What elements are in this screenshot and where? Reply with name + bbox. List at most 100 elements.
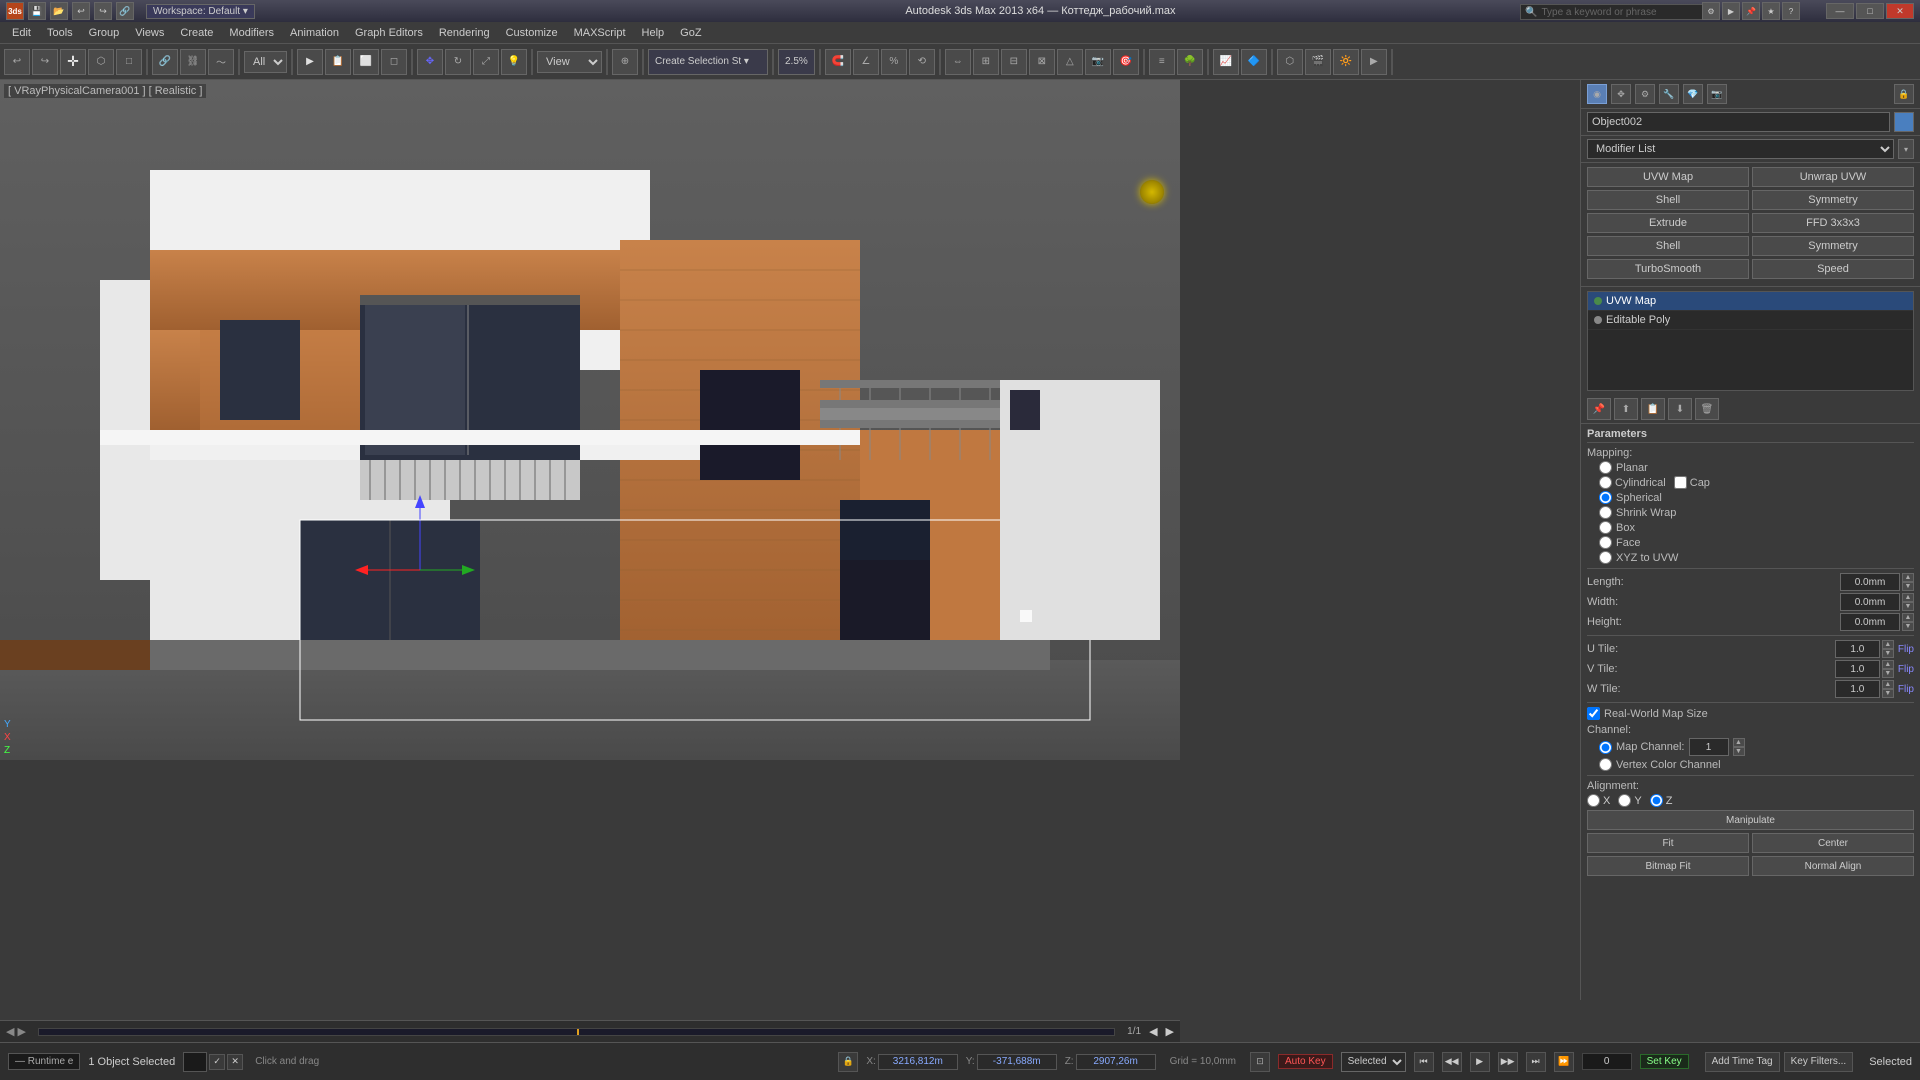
toolbar-icon-3[interactable]: ↩ — [72, 2, 90, 20]
width-spin-up[interactable]: ▲ — [1902, 593, 1914, 602]
modifier-btn-turbosmooth[interactable]: TurboSmooth — [1587, 259, 1749, 279]
mirror-btn[interactable]: ⇔ — [945, 49, 971, 75]
panel-icon-camera[interactable]: 📷 — [1707, 84, 1727, 104]
z-coord-input[interactable] — [1076, 1054, 1156, 1070]
scale-btn[interactable]: ⤢ — [473, 49, 499, 75]
align-btn[interactable]: ⊞ — [973, 49, 999, 75]
search-bar[interactable]: 🔍 Type a keyword or phrase — [1520, 4, 1720, 20]
place-highlight-tb[interactable]: △ — [1057, 49, 1083, 75]
height-spin-up[interactable]: ▲ — [1902, 613, 1914, 622]
move-btn[interactable]: ✥ — [417, 49, 443, 75]
panel-icon-display[interactable]: ◉ — [1587, 84, 1607, 104]
w-tile-spin-down[interactable]: ▼ — [1882, 689, 1894, 698]
reference-coord-dropdown[interactable]: View World Screen Local — [537, 51, 602, 73]
rotate-btn[interactable]: ↻ — [445, 49, 471, 75]
status-text-input[interactable] — [183, 1052, 207, 1072]
select-object-btn[interactable]: ▶ — [297, 49, 323, 75]
link-btn[interactable]: 🔗 — [152, 49, 178, 75]
prev-frame-btn[interactable]: ◀ — [1149, 1025, 1157, 1038]
add-time-tag-btn[interactable]: Add Time Tag — [1705, 1052, 1780, 1072]
toolbar-icon-5[interactable]: 🔗 — [116, 2, 134, 20]
u-tile-input[interactable] — [1835, 640, 1880, 658]
w-flip-label[interactable]: Flip — [1898, 684, 1914, 695]
go-start-btn[interactable]: ⏮ — [1414, 1052, 1434, 1072]
modifier-btn-uwwmap[interactable]: UVW Map — [1587, 167, 1749, 187]
next-frame-btn[interactable]: ▶ — [1166, 1025, 1174, 1038]
v-tile-input[interactable] — [1835, 660, 1880, 678]
height-spin-down[interactable]: ▼ — [1902, 622, 1914, 631]
modifier-list-dropdown[interactable]: Modifier List — [1587, 139, 1894, 159]
pivot-btn[interactable]: ⊕ — [612, 49, 638, 75]
toolbar-icon-4[interactable]: ↪ — [94, 2, 112, 20]
modifier-list-arrow[interactable]: ▾ — [1898, 139, 1914, 159]
viewport[interactable]: [ VRayPhysicalCamera001 ] [ Realistic ] … — [0, 80, 1180, 760]
percent-snap-toggle[interactable]: % — [881, 49, 907, 75]
menu-tools[interactable]: Tools — [39, 25, 81, 41]
menu-create[interactable]: Create — [172, 25, 221, 41]
isolate-btn[interactable]: ⊡ — [1250, 1052, 1270, 1072]
modifier-btn-extrude[interactable]: Extrude — [1587, 213, 1749, 233]
align-view-btn[interactable]: 🎯 — [1113, 49, 1139, 75]
mapping-radio-planar[interactable]: Planar — [1599, 461, 1914, 474]
u-flip-label[interactable]: Flip — [1898, 644, 1914, 655]
select-btn[interactable]: ✛ — [60, 49, 86, 75]
title-icon-2[interactable]: ▶ — [1722, 2, 1740, 20]
render-scene-btn[interactable]: 🎬 — [1305, 49, 1331, 75]
set-key-btn[interactable]: Set Key — [1640, 1054, 1689, 1069]
object-name-input[interactable] — [1587, 112, 1890, 132]
maximize-button[interactable]: □ — [1856, 3, 1884, 19]
minimize-button[interactable]: — — [1826, 3, 1854, 19]
map-channel-spin-down[interactable]: ▼ — [1733, 747, 1745, 756]
angle-snap-btn[interactable]: ∠ — [853, 49, 879, 75]
normal-align-btn-2[interactable]: Normal Align — [1752, 856, 1914, 876]
v-tile-spin-up[interactable]: ▲ — [1882, 660, 1894, 669]
stack-pin-btn[interactable]: 📌 — [1587, 398, 1611, 420]
material-editor-btn[interactable]: ⬡ — [1277, 49, 1303, 75]
menu-customize[interactable]: Customize — [498, 25, 566, 41]
quick-align-btn[interactable]: ⊟ — [1001, 49, 1027, 75]
modifier-btn-speed[interactable]: Speed — [1752, 259, 1914, 279]
place-highlight-btn[interactable]: 💡 — [501, 49, 527, 75]
modifier-btn-unwrap[interactable]: Unwrap UVW — [1752, 167, 1914, 187]
title-icon-4[interactable]: ★ — [1762, 2, 1780, 20]
bind-spacewarp[interactable]: 〜 — [208, 49, 234, 75]
mapping-radio-shrinkwrap[interactable]: Shrink Wrap — [1599, 506, 1914, 519]
menu-rendering[interactable]: Rendering — [431, 25, 498, 41]
window-crossing-btn[interactable]: ◻ — [381, 49, 407, 75]
stack-active-btn[interactable]: ⬆ — [1614, 398, 1638, 420]
manipulate-btn[interactable]: Manipulate — [1587, 810, 1914, 830]
x-coord-input[interactable] — [878, 1054, 958, 1070]
close-button[interactable]: ✕ — [1886, 3, 1914, 19]
stack-item-editablepoly[interactable]: Editable Poly — [1588, 311, 1913, 330]
selection-filter-dropdown[interactable]: All — [244, 51, 287, 73]
undo-button[interactable]: ↩ — [4, 49, 30, 75]
stack-paste-btn[interactable]: ⬇ — [1668, 398, 1692, 420]
length-spin-up[interactable]: ▲ — [1902, 573, 1914, 582]
map-channel-input[interactable] — [1689, 738, 1729, 756]
align-camera-btn[interactable]: 📷 — [1085, 49, 1111, 75]
w-tile-input[interactable] — [1835, 680, 1880, 698]
prev-key-btn[interactable]: ◀◀ — [1442, 1052, 1462, 1072]
menu-maxscript[interactable]: MAXScript — [566, 25, 634, 41]
layer-manager-btn[interactable]: ≡ — [1149, 49, 1175, 75]
render-type-btn[interactable]: ▶ — [1361, 49, 1387, 75]
mapping-radio-box[interactable]: Box — [1599, 521, 1914, 534]
modifier-btn-shell-1[interactable]: Shell — [1587, 190, 1749, 210]
title-icon-1[interactable]: ⚙ — [1702, 2, 1720, 20]
fit-btn[interactable]: Fit — [1587, 833, 1749, 853]
play-mode-btn[interactable]: ⏩ — [1554, 1052, 1574, 1072]
panel-icon-hierarchy[interactable]: ⚙ — [1635, 84, 1655, 104]
title-icon-5[interactable]: ? — [1782, 2, 1800, 20]
select-region-btn[interactable]: ⬜ — [353, 49, 379, 75]
scene-xplorer-btn[interactable]: 🌳 — [1177, 49, 1203, 75]
panel-icon-utilities[interactable]: 🔧 — [1659, 84, 1679, 104]
menu-edit[interactable]: Edit — [4, 25, 39, 41]
bitmap-fit-btn[interactable]: Bitmap Fit — [1587, 856, 1749, 876]
next-key-btn[interactable]: ▶▶ — [1498, 1052, 1518, 1072]
stack-delete-btn[interactable]: 🗑 — [1695, 398, 1719, 420]
panel-lock-btn[interactable]: 🔒 — [1894, 84, 1914, 104]
panel-icon-material[interactable]: 💎 — [1683, 84, 1703, 104]
mapping-radio-face[interactable]: Face — [1599, 536, 1914, 549]
width-spin-down[interactable]: ▼ — [1902, 602, 1914, 611]
go-end-btn[interactable]: ⏭ — [1526, 1052, 1546, 1072]
